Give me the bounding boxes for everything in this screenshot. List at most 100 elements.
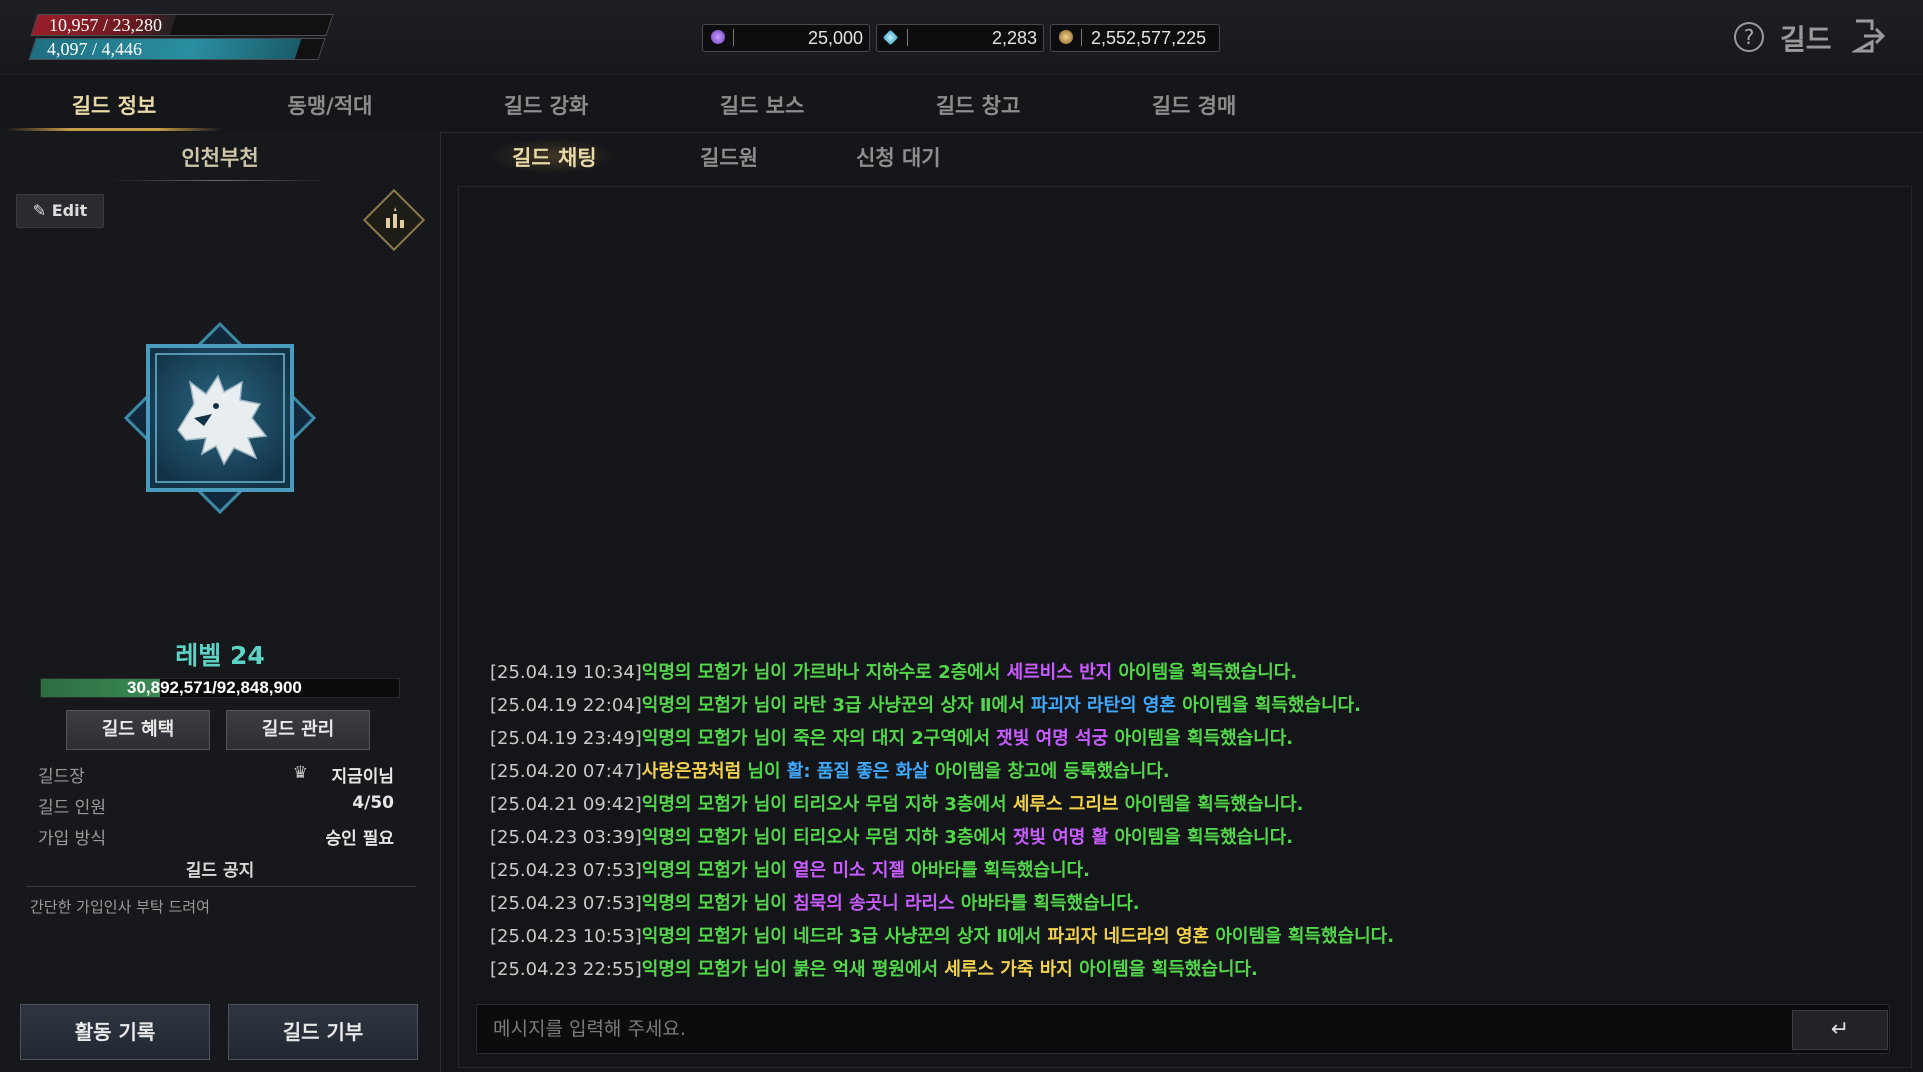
guild-level: 레벨 24 bbox=[175, 641, 265, 670]
help-icon[interactable]: ? bbox=[1734, 22, 1764, 52]
purple-gem-icon bbox=[711, 30, 725, 44]
send-button[interactable]: ↵ bbox=[1792, 1010, 1888, 1050]
tab-guild-info[interactable]: 길드 정보 bbox=[6, 90, 222, 120]
chat-message: [25.04.23 07:53]익명의 모험가 님이 침묵의 송곳니 라리스 아… bbox=[490, 887, 1890, 920]
hp-bar: 10,957 / 23,280 bbox=[30, 14, 334, 36]
hp-text: 10,957 / 23,280 bbox=[49, 15, 163, 35]
mp-text: 4,097 / 4,446 bbox=[47, 39, 143, 59]
chat-text: 세루스 그리브 bbox=[1012, 794, 1119, 815]
info-row-members: 길드 인원 4/50 bbox=[38, 793, 394, 821]
chat-text: 익명의 모험가 님이 가르바나 지하수로 2층에서 bbox=[641, 662, 1007, 683]
chat-text: 세르비스 반지 bbox=[1006, 662, 1113, 683]
tab-guild-upgrade[interactable]: 길드 강화 bbox=[438, 90, 654, 120]
chat-timestamp: [25.04.19 23:49] bbox=[490, 728, 642, 749]
chat-message: [25.04.23 03:39]익명의 모험가 님이 티리오사 무덤 지하 3층… bbox=[490, 821, 1890, 854]
chat-text: 아바타를 획득했습니다. bbox=[904, 860, 1090, 881]
chat-text: 사랑은꿈처럼 bbox=[641, 761, 742, 782]
notice-title: 길드 공지 bbox=[185, 861, 255, 881]
chat-message: [25.04.23 22:55]익명의 모험가 님이 붉은 억새 평원에서 세루… bbox=[490, 953, 1890, 986]
info-key: 길드장 bbox=[38, 767, 85, 787]
chat-timestamp: [25.04.23 07:53] bbox=[490, 893, 642, 914]
activity-log-button[interactable]: 활동 기록 bbox=[20, 1004, 210, 1060]
info-row-join-type: 가입 방식 승인 필요 bbox=[38, 824, 394, 852]
tab-pending-requests[interactable]: 신청 대기 bbox=[856, 142, 941, 172]
diamond-icon bbox=[882, 29, 899, 46]
chat-timestamp: [25.04.23 10:53] bbox=[490, 926, 642, 947]
chat-text: 익명의 모험가 님이 죽은 자의 대지 2구역에서 bbox=[641, 728, 997, 749]
currency-diamond[interactable]: 2,283 bbox=[876, 24, 1044, 52]
chat-text: 잿빛 여명 활 bbox=[1012, 827, 1109, 848]
chat-timestamp: [25.04.23 22:55] bbox=[490, 959, 642, 980]
edit-label: Edit bbox=[51, 201, 88, 220]
tab-guild-boss[interactable]: 길드 보스 bbox=[654, 90, 870, 120]
chat-message: [25.04.21 09:42]익명의 모험가 님이 티리오사 무덤 지하 3층… bbox=[490, 788, 1890, 821]
tab-alliance-hostile[interactable]: 동맹/적대 bbox=[222, 90, 438, 120]
chat-text: 익명의 모험가 님이 bbox=[641, 860, 794, 881]
chat-timestamp: [25.04.23 07:53] bbox=[490, 860, 642, 881]
info-value: 승인 필요 bbox=[325, 829, 394, 849]
main-tabs: 길드 정보 동맹/적대 길드 강화 길드 보스 길드 창고 길드 경매 bbox=[0, 76, 1923, 133]
chat-message: [25.04.23 07:53]익명의 모험가 님이 옅은 미소 지젤 아바타를… bbox=[490, 854, 1890, 887]
tab-guild-auction[interactable]: 길드 경매 bbox=[1086, 90, 1302, 120]
chat-text: 활: 품질 좋은 화살 bbox=[786, 761, 929, 782]
divider bbox=[110, 180, 330, 181]
chat-log: [25.04.19 10:34]익명의 모험가 님이 가르바나 지하수로 2층에… bbox=[490, 656, 1890, 986]
tab-guild-chat[interactable]: 길드 채팅 bbox=[512, 142, 597, 172]
chat-text: 잿빛 여명 석궁 bbox=[996, 728, 1109, 749]
edit-button[interactable]: ✎ Edit bbox=[16, 194, 104, 228]
chat-text: 익명의 모험가 님이 네드라 3급 사냥꾼의 상자 Ⅱ에서 bbox=[641, 926, 1048, 947]
gold-coin-icon bbox=[1059, 30, 1073, 44]
tab-guild-members[interactable]: 길드원 bbox=[700, 142, 758, 172]
window-title: 길드 bbox=[1780, 23, 1832, 56]
chat-text: 익명의 모험가 님이 라탄 3급 사냥꾼의 상자 Ⅱ에서 bbox=[641, 695, 1031, 716]
chat-timestamp: [25.04.21 09:42] bbox=[490, 794, 642, 815]
currency-purple-gem[interactable]: 25,000 bbox=[702, 24, 870, 52]
chat-input[interactable] bbox=[476, 1004, 1890, 1054]
guild-donate-button[interactable]: 길드 기부 bbox=[228, 1004, 418, 1060]
notice-text: 간단한 가입인사 부탁 드려여 bbox=[30, 898, 210, 916]
chat-text: 아바타를 획득했습니다. bbox=[954, 893, 1140, 914]
guild-manage-button[interactable]: 길드 관리 bbox=[226, 710, 370, 750]
info-row-leader: 길드장 ♛ 지금이님 bbox=[38, 762, 394, 790]
chat-timestamp: [25.04.19 10:34] bbox=[490, 662, 642, 683]
chat-text: 익명의 모험가 님이 티리오사 무덤 지하 3층에서 bbox=[641, 794, 1013, 815]
chat-text: 아이템을 획득했습니다. bbox=[1118, 794, 1304, 815]
exp-text: 30,892,571/92,848,900 bbox=[127, 678, 302, 697]
info-key: 길드 인원 bbox=[38, 798, 106, 818]
ranking-chart-icon[interactable] bbox=[382, 206, 408, 232]
chat-message: [25.04.20 07:47]사랑은꿈처럼 님이 활: 품질 좋은 화살 아이… bbox=[490, 755, 1890, 788]
guild-emblem bbox=[120, 318, 320, 518]
chat-message: [25.04.19 10:34]익명의 모험가 님이 가르바나 지하수로 2층에… bbox=[490, 656, 1890, 689]
chat-text: 아이템을 획득했습니다. bbox=[1108, 728, 1294, 749]
chat-text: 아이템을 창고에 등록했습니다. bbox=[928, 761, 1170, 782]
currency-value: 2,283 bbox=[991, 28, 1037, 48]
enter-icon: ↵ bbox=[1830, 1017, 1850, 1042]
currency-gold[interactable]: 2,552,577,225 bbox=[1050, 24, 1220, 52]
chat-text: 파괴자 네드라의 영혼 bbox=[1047, 926, 1210, 947]
chat-text: 익명의 모험가 님이 티리오사 무덤 지하 3층에서 bbox=[641, 827, 1013, 848]
tab-guild-storage[interactable]: 길드 창고 bbox=[870, 90, 1086, 120]
mp-bar: 4,097 / 4,446 bbox=[28, 38, 326, 60]
leader-crest-icon: ♛ bbox=[292, 763, 308, 783]
chat-text: 아이템을 획득했습니다. bbox=[1175, 695, 1361, 716]
divider bbox=[26, 886, 416, 887]
chat-text: 파괴자 라탄의 영혼 bbox=[1030, 695, 1176, 716]
chat-text: 아이템을 획득했습니다. bbox=[1209, 926, 1395, 947]
chat-text: 익명의 모험가 님이 붉은 억새 평원에서 bbox=[641, 959, 945, 980]
currency-value: 25,000 bbox=[807, 28, 863, 48]
chat-text: 옅은 미소 지젤 bbox=[793, 860, 905, 881]
chat-text: 아이템을 획득했습니다. bbox=[1072, 959, 1258, 980]
guild-info-panel bbox=[0, 132, 441, 1072]
info-key: 가입 방식 bbox=[38, 829, 106, 849]
chat-message: [25.04.19 23:49]익명의 모험가 님이 죽은 자의 대지 2구역에… bbox=[490, 722, 1890, 755]
exit-icon[interactable] bbox=[1850, 18, 1886, 54]
chat-text: 아이템을 획득했습니다. bbox=[1108, 827, 1294, 848]
chat-timestamp: [25.04.20 07:47] bbox=[490, 761, 642, 782]
edit-icon: ✎ bbox=[32, 201, 47, 220]
chat-text: 님이 bbox=[741, 761, 787, 782]
chat-timestamp: [25.04.19 22:04] bbox=[490, 695, 642, 716]
active-tab-underline bbox=[6, 128, 222, 131]
guild-benefit-button[interactable]: 길드 혜택 bbox=[66, 710, 210, 750]
chat-text: 침묵의 송곳니 라리스 bbox=[793, 893, 955, 914]
chat-message: [25.04.23 10:53]익명의 모험가 님이 네드라 3급 사냥꾼의 상… bbox=[490, 920, 1890, 953]
